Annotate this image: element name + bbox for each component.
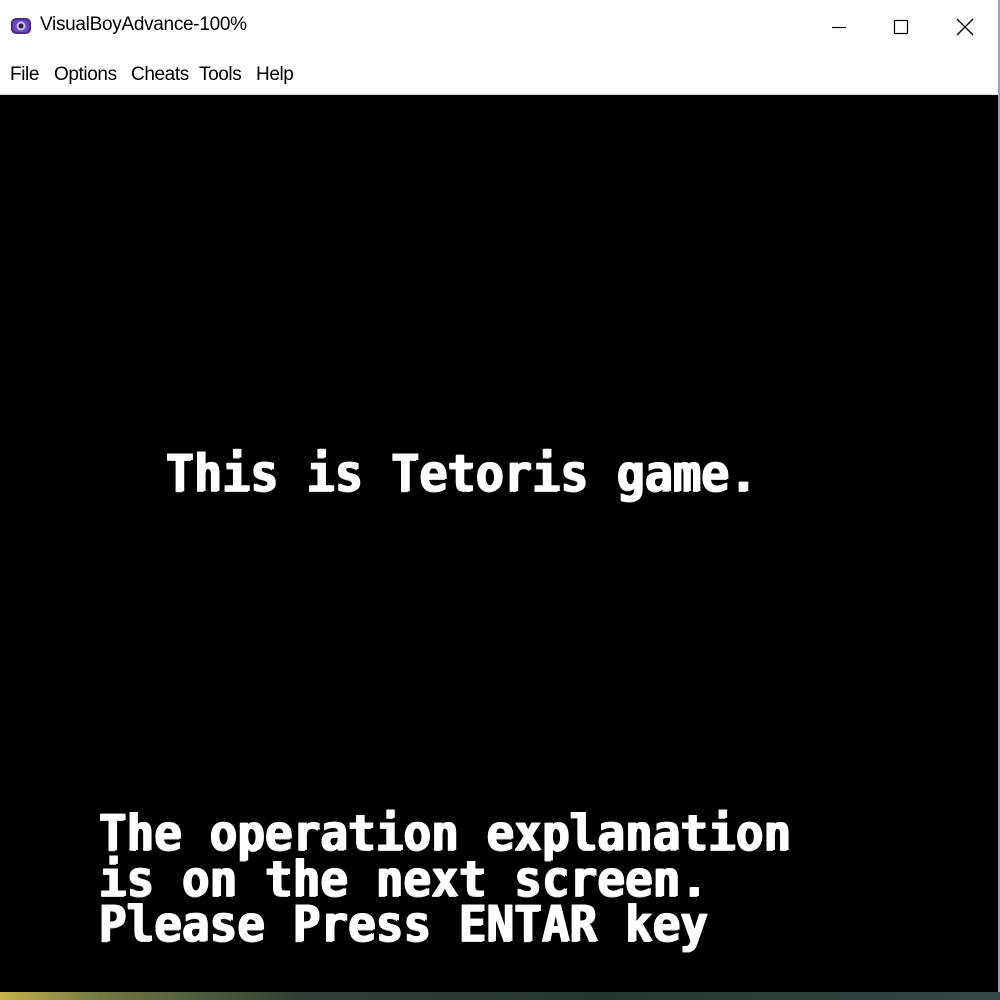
menu-bar: File Options Cheats Tools Help — [0, 56, 998, 95]
instruction-line-3: Please Press ENTAR key — [98, 895, 708, 953]
desktop-background-strip — [0, 992, 1000, 1000]
game-headline: This is Tetoris game. — [165, 444, 757, 504]
menu-tools[interactable]: Tools — [199, 64, 242, 86]
window-title: VisualBoyAdvance-100% — [40, 14, 247, 35]
maximize-icon — [893, 19, 909, 35]
menu-cheats[interactable]: Cheats — [131, 64, 189, 86]
close-button[interactable] — [934, 0, 996, 54]
minimize-icon — [832, 26, 846, 29]
menu-help[interactable]: Help — [256, 64, 294, 86]
maximize-button[interactable] — [870, 0, 932, 54]
menu-options[interactable]: Options — [54, 64, 117, 86]
title-bar[interactable]: VisualBoyAdvance-100% — [0, 0, 998, 56]
visualboyadvance-icon — [11, 18, 31, 34]
menu-file[interactable]: File — [10, 64, 39, 86]
emulator-window: VisualBoyAdvance-100% File Options Cheat… — [0, 0, 1000, 994]
minimize-button[interactable] — [808, 0, 870, 54]
close-icon — [956, 18, 974, 36]
game-screen[interactable]: This is Tetoris game. The operation expl… — [0, 95, 998, 992]
